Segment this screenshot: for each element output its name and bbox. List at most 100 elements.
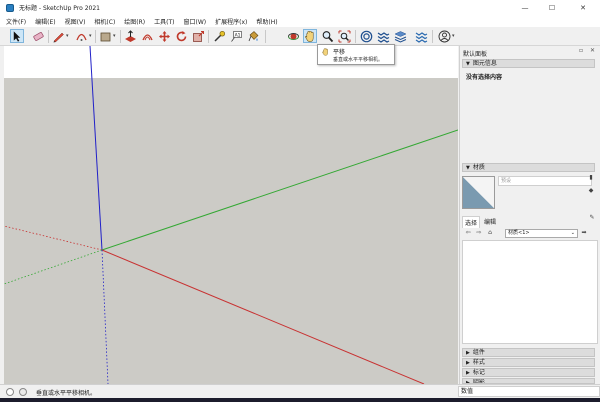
back-arrow-icon[interactable]: ⇦ — [464, 229, 472, 237]
no-selection-text: 没有选择内容 — [466, 74, 503, 81]
menu-file[interactable]: 文件(F) — [6, 17, 26, 26]
extension-warehouse-button[interactable] — [376, 29, 390, 43]
menu-view[interactable]: 视图(V) — [65, 17, 86, 26]
forward-arrow-icon[interactable]: ⇨ — [475, 229, 483, 237]
select-tool-button[interactable] — [10, 29, 24, 43]
magnifier-icon — [322, 30, 333, 42]
menu-help[interactable]: 帮助(H) — [256, 17, 277, 26]
extension-manager-button[interactable] — [414, 29, 428, 43]
components-title: 组件 — [472, 349, 485, 356]
push-pull-tool-button[interactable] — [123, 29, 137, 43]
menu-draw[interactable]: 绘图(R) — [124, 17, 145, 26]
materials-title: 材质 — [472, 164, 485, 171]
arc-icon — [75, 33, 87, 41]
material-swatch[interactable] — [462, 176, 495, 209]
rotate-tool-button[interactable] — [174, 29, 188, 43]
rectangle-tool-button[interactable] — [98, 29, 112, 43]
line-tool-button[interactable] — [51, 29, 65, 43]
sketchup-app-icon — [6, 3, 14, 12]
expand-triangle-icon: ▶ — [466, 350, 470, 356]
collapse-triangle-icon: ▼ — [466, 61, 470, 67]
material-library-area[interactable] — [462, 240, 598, 344]
details-arrow-icon[interactable]: ➡ — [580, 229, 588, 237]
arc-tool-dropdown[interactable]: ▾ — [89, 31, 94, 41]
paint-bucket-icon — [248, 30, 258, 41]
shapes-dropdown[interactable]: ▾ — [113, 31, 118, 41]
entity-info-header[interactable]: ▼ 图元信息 — [462, 59, 595, 68]
toolbar-separator — [48, 30, 49, 43]
pin-icon[interactable]: ▫ — [579, 47, 583, 54]
tab-edit[interactable]: 编辑 — [482, 216, 498, 227]
text-tool-button[interactable]: A1 — [229, 29, 243, 43]
styles-title: 样式 — [472, 359, 485, 366]
home-icon[interactable]: ⌂ — [486, 229, 494, 237]
zoom-tool-button[interactable] — [320, 29, 334, 43]
pan-tool-button[interactable] — [303, 29, 317, 43]
tooltip-title: 平移 — [333, 49, 346, 56]
default-tray: 默认面板 ▫ ✕ ▼ 图元信息 没有选择内容 ▼ 材质 预设 ▮ ◆ 选择 编辑 ✎… — [459, 46, 600, 384]
material-library-select[interactable]: 材质<1> ⌄ — [505, 229, 578, 238]
3d-warehouse-button[interactable] — [359, 29, 373, 43]
account-button[interactable] — [437, 29, 451, 43]
chevron-down-icon: ⌄ — [570, 230, 575, 236]
materials-header[interactable]: ▼ 材质 — [462, 163, 595, 172]
layout-button[interactable] — [393, 29, 407, 43]
menu-extensions[interactable]: 扩展程序(x) — [215, 17, 247, 26]
components-header[interactable]: ▶ 组件 — [462, 348, 595, 357]
move-tool-button[interactable] — [157, 29, 171, 43]
tags-header[interactable]: ▶ 标记 — [462, 368, 595, 377]
default-material-preview — [463, 177, 494, 208]
offset-icon — [141, 33, 153, 40]
scene-canvas[interactable] — [4, 46, 458, 384]
warehouse-icon — [360, 30, 372, 42]
title-bar: 无标题 - SketchUp Pro 2021 — ☐ ✕ — [0, 0, 600, 15]
credits-info-icon[interactable] — [19, 388, 27, 396]
zoom-extents-tool-button[interactable] — [337, 29, 351, 43]
maximize-button[interactable]: ☐ — [541, 0, 563, 15]
tooltip-description: 垂直或水平平移相机。 — [333, 57, 384, 63]
os-taskbar-strip — [0, 398, 600, 402]
sample-paint-icon[interactable]: ◆ — [587, 187, 595, 195]
orbit-icon — [287, 32, 299, 40]
arc-tool-button[interactable] — [74, 29, 88, 43]
menu-tools[interactable]: 工具(T) — [154, 17, 174, 26]
toolbar-separator — [355, 30, 356, 43]
rotate-icon — [176, 30, 186, 41]
toolbar-separator — [432, 30, 433, 43]
menu-window[interactable]: 窗口(W) — [184, 17, 207, 26]
toolbar-separator — [120, 30, 121, 43]
orbit-tool-button[interactable] — [286, 29, 300, 43]
eraser-tool-button[interactable] — [31, 29, 45, 43]
pan-tooltip: 平移 垂直或水平平移相机。 — [317, 44, 395, 65]
menu-camera[interactable]: 相机(C) — [94, 17, 115, 26]
move-arrows-icon — [158, 30, 170, 42]
pan-hand-icon — [305, 30, 314, 42]
close-button[interactable]: ✕ — [572, 0, 594, 15]
ground-area — [4, 78, 458, 384]
paint-bucket-tool-button[interactable] — [246, 29, 260, 43]
layout-stack-icon — [393, 30, 407, 43]
tray-close-icon[interactable]: ✕ — [590, 47, 595, 54]
create-material-icon[interactable]: ▮ — [587, 174, 595, 182]
menu-edit[interactable]: 编辑(E) — [35, 17, 55, 26]
measurements-label: 数值 — [461, 388, 474, 395]
measurements-box[interactable]: 数值 — [458, 386, 600, 397]
window-title: 无标题 - SketchUp Pro 2021 — [19, 5, 100, 12]
user-account-icon — [438, 30, 450, 42]
eyedropper-icon[interactable]: ✎ — [588, 214, 596, 222]
svg-text:A1: A1 — [234, 32, 240, 38]
offset-tool-button[interactable] — [140, 29, 154, 43]
line-tool-dropdown[interactable]: ▾ — [66, 31, 71, 41]
minimize-button[interactable]: — — [514, 0, 536, 15]
account-dropdown[interactable]: ▾ — [452, 31, 457, 41]
styles-header[interactable]: ▶ 样式 — [462, 358, 595, 367]
extension-manager-icon — [415, 31, 427, 43]
entity-info-title: 图元信息 — [472, 60, 497, 67]
geo-location-icon[interactable] — [6, 388, 14, 396]
scale-icon — [192, 30, 204, 42]
scale-tool-button[interactable] — [191, 29, 205, 43]
modeling-viewport[interactable] — [4, 46, 458, 384]
tape-measure-tool-button[interactable] — [212, 29, 226, 43]
collapse-triangle-icon: ▼ — [466, 165, 470, 171]
material-name-field[interactable]: 预设 — [498, 176, 592, 186]
